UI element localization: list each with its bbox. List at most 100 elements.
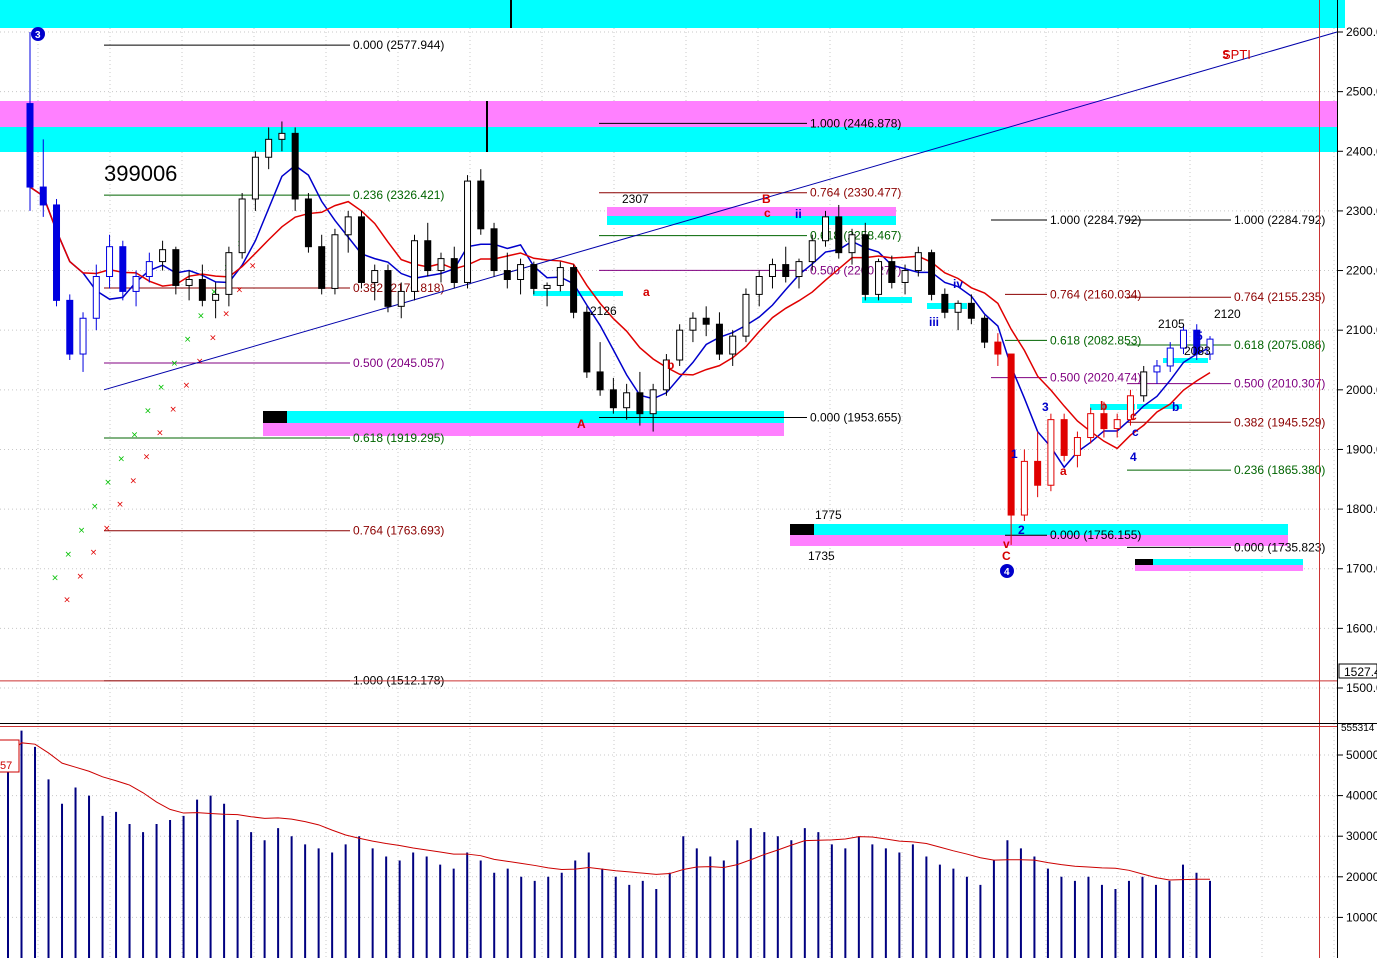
zone-upper-cyan [0,127,1337,152]
volume-tick-label: 10000 [1346,910,1377,924]
price-label: 2105 [1158,317,1185,331]
zone-a-black [263,411,287,423]
candle-body [172,249,180,286]
sar-red-marker: × [63,596,71,606]
fib-label: 0.618 (1919.295) [353,431,444,445]
sar-red-marker: × [116,500,124,510]
candle-body [26,103,34,188]
candle-body [410,240,418,292]
fib-label: 0.500 (2020.474) [1050,371,1141,385]
zone-small-1 [862,297,912,303]
candle-body [1166,347,1174,367]
sar-green-marker: × [184,335,192,345]
candle-body [768,264,776,278]
wave-label-blue: ii [795,207,802,221]
candle-body [1153,365,1161,373]
candle-body [835,216,843,254]
fib-label: 0.236 (1865.380) [1234,463,1325,477]
candle-body [1034,460,1042,486]
candle-body [145,261,153,278]
indicator-tag: SPTI [1222,47,1251,62]
candle-body [119,246,127,292]
candle-body [464,180,472,283]
candle-body [636,392,644,415]
fib-label: 1.000 (2446.878) [810,116,901,130]
sar-green-marker: × [65,550,73,560]
sar-green-marker: × [131,431,139,441]
zone-d-magenta [1135,565,1303,571]
candle-body [517,264,525,280]
fib-label: 1.000 (2284.792) [1234,213,1325,227]
price-tick-label: 2600.0 [1346,25,1377,39]
sar-red-marker: × [209,333,217,343]
price-tick-label: 2400.0 [1346,144,1377,158]
volume-top-marker: 555314 [1341,723,1375,734]
sar-red-marker: × [130,476,138,486]
candle-body [649,389,657,415]
zone-d-black [1135,559,1153,565]
fib-label: 0.000 (1735.823) [1234,540,1325,554]
wave-label-blue: 4 [1130,450,1137,464]
fib-label: 0.000 (1953.655) [810,410,901,424]
fib-label: 0.764 (2160.034) [1050,287,1141,301]
candle-body [596,371,604,391]
sar-red-marker: × [236,286,244,296]
price-tick-label: 1800.0 [1346,502,1377,516]
zone-b-magenta [607,207,896,216]
candle-body [1140,371,1148,397]
candle-body [928,252,936,295]
wave-circle-label: 4 [1004,567,1010,578]
price-axis: 2600.0 2500.0 2400.0 2300.0 2200.0 2100.0 2000… [1337,25,1377,695]
candle-body [1113,419,1121,430]
zone-c-magenta [790,535,1288,546]
candle-body [729,335,737,355]
candle-body [861,234,869,295]
price-label: 2307 [622,192,649,206]
fib-label: 0.500 (2045.057) [353,356,444,370]
candle-body [795,261,803,278]
zone-d-cyan [1135,559,1303,565]
candle-body [742,293,750,337]
candle-body [503,270,511,280]
candle-body [1100,413,1108,430]
wave-label-blue: 3 [1042,400,1049,414]
wave-label-red: a [1060,464,1067,478]
candle-body [490,228,498,272]
zone-a-magenta [263,423,784,436]
candle-body [371,270,379,283]
wave-label-red: B [762,192,771,206]
price-tick-label: 1700.0 [1346,562,1377,576]
candle-body [251,156,259,200]
fib-label: 0.500 (2010.307) [1234,377,1325,391]
candle-body [981,317,989,343]
candle-body [1007,353,1015,516]
candle-body [265,138,273,158]
wave-label-blue: iii [929,315,939,329]
candle-body [92,276,100,319]
wave-label-red: C [1002,549,1011,563]
fib-label: 0.500 (2200.277) [810,263,901,277]
price-tick-label: 2200.0 [1346,264,1377,278]
candle-body [941,293,949,313]
candle-body [782,264,790,278]
price-tick-label: 1900.0 [1346,442,1377,456]
candle-body [477,180,485,230]
sar-green-marker: × [171,359,179,369]
chart-window: 0.000 (2577.944) 0.236 (2326.421) 0.382 (2… [0,0,1377,958]
volume-tick-label: 20000 [1346,870,1377,884]
sar-red-marker: × [169,405,177,415]
zone-b-cyan [607,216,896,225]
price-label: 1735 [808,549,835,563]
candle-body [331,234,339,289]
candle-body [1073,437,1081,456]
candle-body [623,392,631,409]
candle-body [543,284,551,289]
volume-tick-label: 40000 [1346,789,1377,803]
sar-red-marker: × [249,262,257,272]
candle-body [676,329,684,361]
candle-body [291,132,299,200]
candle-body [822,216,830,242]
candle-body [357,216,365,283]
sar-red-marker: × [222,309,230,319]
price-tick-label: 1500.0 [1346,681,1377,695]
